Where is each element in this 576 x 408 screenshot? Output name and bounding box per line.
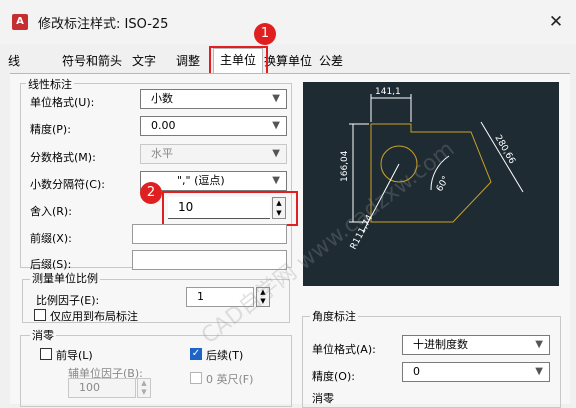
- angular-precision-label: 精度(O):: [312, 370, 355, 383]
- close-icon[interactable]: ✕: [546, 12, 566, 32]
- fraction-format-label: 分数格式(M):: [30, 151, 96, 164]
- annotation-badge-1: 1: [254, 23, 276, 45]
- tab-text[interactable]: 文字: [132, 50, 156, 72]
- angular-unit-format-select[interactable]: 十进制度数 ▼: [402, 335, 550, 355]
- tab-symbols-arrows[interactable]: 符号和箭头: [62, 50, 122, 72]
- chevron-down-icon: ▼: [272, 120, 280, 131]
- dim-left-label: 166,04: [340, 150, 350, 182]
- linear-group-label: 线性标注: [26, 76, 74, 92]
- chevron-down-icon: ▼: [272, 148, 280, 159]
- decimal-separator-label: 小数分隔符(C):: [30, 178, 105, 191]
- sub-unit-factor-spinner[interactable]: ▲ ▼: [137, 378, 151, 398]
- feet-zero-label: 0 英尺(F): [206, 373, 254, 386]
- spin-up-icon[interactable]: ▲: [257, 288, 269, 297]
- preview-shape: [370, 123, 492, 223]
- unit-format-value: 小数: [151, 92, 173, 105]
- scale-factor-spinner[interactable]: ▲ ▼: [256, 287, 270, 307]
- dimension-preview: 141,1 166,04 280,66 R111,74 60°: [303, 82, 559, 286]
- preview-drawing: 141,1 166,04 280,66 R111,74 60°: [340, 87, 524, 251]
- spin-down-icon[interactable]: ▼: [138, 388, 150, 397]
- chevron-down-icon: ▼: [535, 366, 543, 377]
- angular-unit-format-label: 单位格式(A):: [312, 343, 376, 356]
- angular-group-label: 角度标注: [310, 308, 358, 324]
- spin-up-icon[interactable]: ▲: [138, 379, 150, 388]
- decimal-separator-value: "," (逗点): [177, 174, 225, 187]
- tab-lines[interactable]: 线: [8, 50, 20, 72]
- trailing-zero-label: 后续(T): [206, 349, 244, 362]
- autocad-app-icon: A: [12, 14, 28, 30]
- precision-select[interactable]: 0.00 ▼: [140, 116, 287, 136]
- sub-unit-factor-input[interactable]: 100: [68, 378, 136, 398]
- zero-suppression-group-label: 消零: [30, 327, 56, 343]
- angular-unit-format-value: 十进制度数: [413, 338, 468, 351]
- leading-zero-checkbox[interactable]: [40, 348, 52, 360]
- chevron-down-icon: ▼: [272, 175, 280, 186]
- prefix-label: 前缀(X):: [30, 232, 72, 245]
- trailing-zero-checkbox[interactable]: ✓: [190, 348, 202, 360]
- scale-factor-label: 比例因子(E):: [36, 294, 100, 307]
- fraction-format-select[interactable]: 水平 ▼: [140, 144, 287, 164]
- unit-format-select[interactable]: 小数 ▼: [140, 89, 287, 109]
- dim-top-label: 141,1: [375, 87, 401, 97]
- tab-tolerances[interactable]: 公差: [319, 50, 343, 72]
- precision-label: 精度(P):: [30, 123, 71, 136]
- measurement-scale-group-label: 测量单位比例: [30, 270, 100, 286]
- layout-only-label: 仅应用到布局标注: [50, 310, 138, 323]
- fraction-format-value: 水平: [151, 147, 173, 160]
- spin-down-icon[interactable]: ▼: [257, 297, 269, 306]
- tab-alternate-units[interactable]: 换算单位: [264, 50, 312, 72]
- dim-line-right: [480, 121, 524, 193]
- decimal-separator-select[interactable]: "," (逗点) ▼: [140, 171, 287, 191]
- leading-zero-label: 前导(L): [56, 349, 93, 362]
- chevron-down-icon: ▼: [272, 93, 280, 104]
- layout-only-checkbox[interactable]: [34, 309, 46, 321]
- precision-value: 0.00: [151, 119, 176, 132]
- tab-fit[interactable]: 调整: [176, 50, 200, 72]
- round-off-label: 舍入(R):: [30, 205, 72, 218]
- window-title: 修改标注样式: ISO-25: [38, 17, 169, 32]
- unit-format-label: 单位格式(U):: [30, 96, 95, 109]
- round-off-highlight-box: [162, 191, 298, 226]
- chevron-down-icon: ▼: [535, 339, 543, 350]
- dim-angle-label: 60°: [435, 175, 452, 194]
- annotation-badge-2: 2: [140, 182, 162, 204]
- suffix-input[interactable]: [132, 250, 287, 270]
- angular-precision-select[interactable]: 0 ▼: [402, 362, 550, 382]
- scale-factor-input[interactable]: 1: [186, 287, 254, 307]
- prefix-input[interactable]: [132, 224, 287, 244]
- feet-zero-checkbox[interactable]: [190, 372, 202, 384]
- angular-zero-label: 消零: [312, 392, 334, 405]
- angular-precision-value: 0: [413, 365, 420, 378]
